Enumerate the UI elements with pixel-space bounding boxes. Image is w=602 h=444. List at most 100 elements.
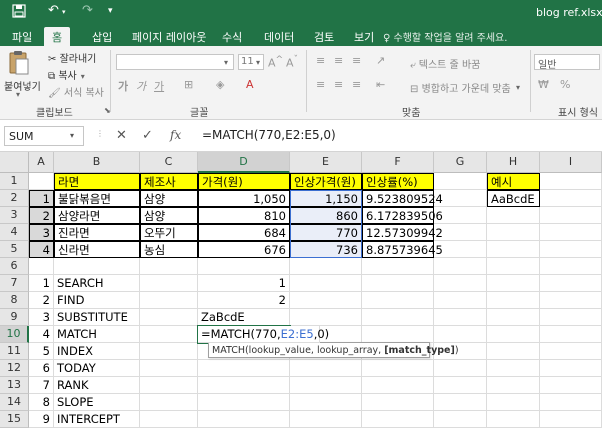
column-header-e[interactable]: E [290, 152, 362, 173]
font-name-dropdown-icon[interactable]: ▾ [224, 58, 228, 67]
cell[interactable] [434, 326, 487, 343]
row-index-cell[interactable]: 1 [29, 190, 54, 207]
cell[interactable] [198, 411, 290, 428]
undo-dropdown-icon[interactable]: ▾ [62, 8, 66, 16]
ramen-name-cell[interactable]: 신라면 [54, 241, 140, 258]
tab-review[interactable]: 검토 [314, 29, 334, 45]
maker-cell[interactable]: 농심 [140, 241, 198, 258]
cell[interactable] [362, 309, 434, 326]
resize-handle-icon[interactable]: ⋮ [96, 129, 104, 138]
tab-page-layout[interactable]: 페이지 레이아웃 [132, 29, 206, 45]
font-name-box[interactable] [116, 54, 234, 70]
cell[interactable] [362, 292, 434, 309]
decrease-font-icon[interactable]: Aˇ [286, 54, 298, 70]
function-name-cell[interactable]: TODAY [54, 360, 140, 377]
cell[interactable] [434, 275, 487, 292]
function-name-cell[interactable]: SUBSTITUTE [54, 309, 140, 326]
function-index-cell[interactable]: 7 [29, 377, 54, 394]
function-name-cell[interactable]: INTERCEPT [54, 411, 140, 428]
save-icon[interactable] [12, 4, 26, 22]
table-header-cell[interactable]: 가격(원) [198, 173, 290, 190]
merge-dropdown-icon[interactable]: ▾ [516, 83, 520, 92]
tab-view[interactable]: 보기 [354, 29, 374, 45]
price-cell[interactable]: 810 [198, 207, 290, 224]
table-header-cell[interactable]: 라면 [54, 173, 140, 190]
redo-icon[interactable]: ↷ [82, 3, 93, 18]
bold-button[interactable]: 가 [118, 78, 128, 94]
tab-home[interactable]: 홈 [44, 27, 71, 46]
column-header-d[interactable]: D [198, 152, 290, 173]
tab-data[interactable]: 데이터 [264, 29, 294, 45]
increase-font-icon[interactable]: A^ [268, 54, 283, 70]
new-price-cell[interactable]: 1,150 [290, 190, 362, 207]
function-name-cell[interactable]: INDEX [54, 343, 140, 360]
function-index-cell[interactable]: 6 [29, 360, 54, 377]
paste-button[interactable]: 붙여넣기 [4, 78, 41, 93]
cell[interactable] [140, 343, 198, 360]
example-value-cell[interactable]: AaBcdE [487, 190, 540, 207]
align-center-icon[interactable]: ≡ [334, 78, 343, 91]
cell[interactable] [362, 360, 434, 377]
function-result-cell[interactable]: 2 [198, 292, 290, 309]
cell[interactable] [140, 292, 198, 309]
cell[interactable] [362, 275, 434, 292]
function-index-cell[interactable]: 3 [29, 309, 54, 326]
cell[interactable] [434, 292, 487, 309]
function-name-cell[interactable]: RANK [54, 377, 140, 394]
function-index-cell[interactable]: 8 [29, 394, 54, 411]
cell[interactable] [487, 292, 540, 309]
tell-me-search[interactable]: ♀ 수행할 작업을 알려 주세요. [383, 29, 507, 44]
cell[interactable] [540, 343, 602, 360]
maker-cell[interactable]: 삼양 [140, 207, 198, 224]
function-result-cell[interactable]: 1 [198, 275, 290, 292]
cell[interactable] [362, 394, 434, 411]
format-painter-button[interactable]: 🖌 서식 복사 [48, 84, 104, 99]
function-index-cell[interactable]: 1 [29, 275, 54, 292]
function-result-cell[interactable]: ZaBcdE [198, 309, 290, 326]
cell[interactable] [362, 326, 434, 343]
indent-icon[interactable]: ⇤ [376, 78, 385, 91]
cell[interactable] [487, 411, 540, 428]
cell[interactable] [540, 411, 602, 428]
customize-quick-access-icon[interactable]: ▾ [108, 6, 113, 16]
function-index-cell[interactable]: 4 [29, 326, 54, 343]
cell[interactable] [140, 275, 198, 292]
maker-cell[interactable]: 삼양 [140, 190, 198, 207]
worksheet-grid[interactable]: A B C D E F G H I 1 2 3 4 5 6 7 8 9 10 11 12 13 14 15 라면 제조사 가격(원)… [0, 152, 602, 444]
function-index-cell[interactable]: 2 [29, 292, 54, 309]
cell[interactable] [290, 309, 362, 326]
cell[interactable] [290, 275, 362, 292]
paste-dropdown-icon[interactable]: ▾ [16, 90, 20, 99]
insert-function-icon[interactable]: fx [170, 128, 181, 142]
tab-formulas[interactable]: 수식 [222, 29, 242, 45]
cell[interactable] [29, 258, 54, 275]
tab-insert[interactable]: 삽입 [92, 29, 112, 45]
cell[interactable] [290, 377, 362, 394]
cell[interactable] [290, 411, 362, 428]
cell[interactable] [434, 190, 487, 207]
column-header-g[interactable]: G [434, 152, 487, 173]
cell[interactable] [487, 275, 540, 292]
cell[interactable] [140, 394, 198, 411]
cell[interactable] [540, 377, 602, 394]
cell[interactable] [487, 360, 540, 377]
underline-button[interactable]: 가 [154, 78, 164, 94]
row-header-4[interactable]: 4 [0, 224, 29, 241]
function-index-cell[interactable]: 9 [29, 411, 54, 428]
row-header-5[interactable]: 5 [0, 241, 29, 258]
italic-button[interactable]: 가 [136, 78, 146, 94]
cell[interactable] [540, 292, 602, 309]
row-header-7[interactable]: 7 [0, 275, 29, 292]
table-header-cell[interactable]: 인상률(%) [362, 173, 434, 190]
cell[interactable] [434, 241, 487, 258]
column-header-f[interactable]: F [362, 152, 434, 173]
wrap-text-button[interactable]: ⤶ 텍스트 줄 바꿈 [410, 56, 480, 71]
cell[interactable] [434, 258, 487, 275]
function-name-cell[interactable]: FIND [54, 292, 140, 309]
function-name-cell[interactable]: SLOPE [54, 394, 140, 411]
column-header-c[interactable]: C [140, 152, 198, 173]
example-header-cell[interactable]: 예시 [487, 173, 540, 190]
price-cell[interactable]: 684 [198, 224, 290, 241]
cell[interactable] [434, 173, 487, 190]
select-all-corner[interactable] [0, 152, 29, 173]
